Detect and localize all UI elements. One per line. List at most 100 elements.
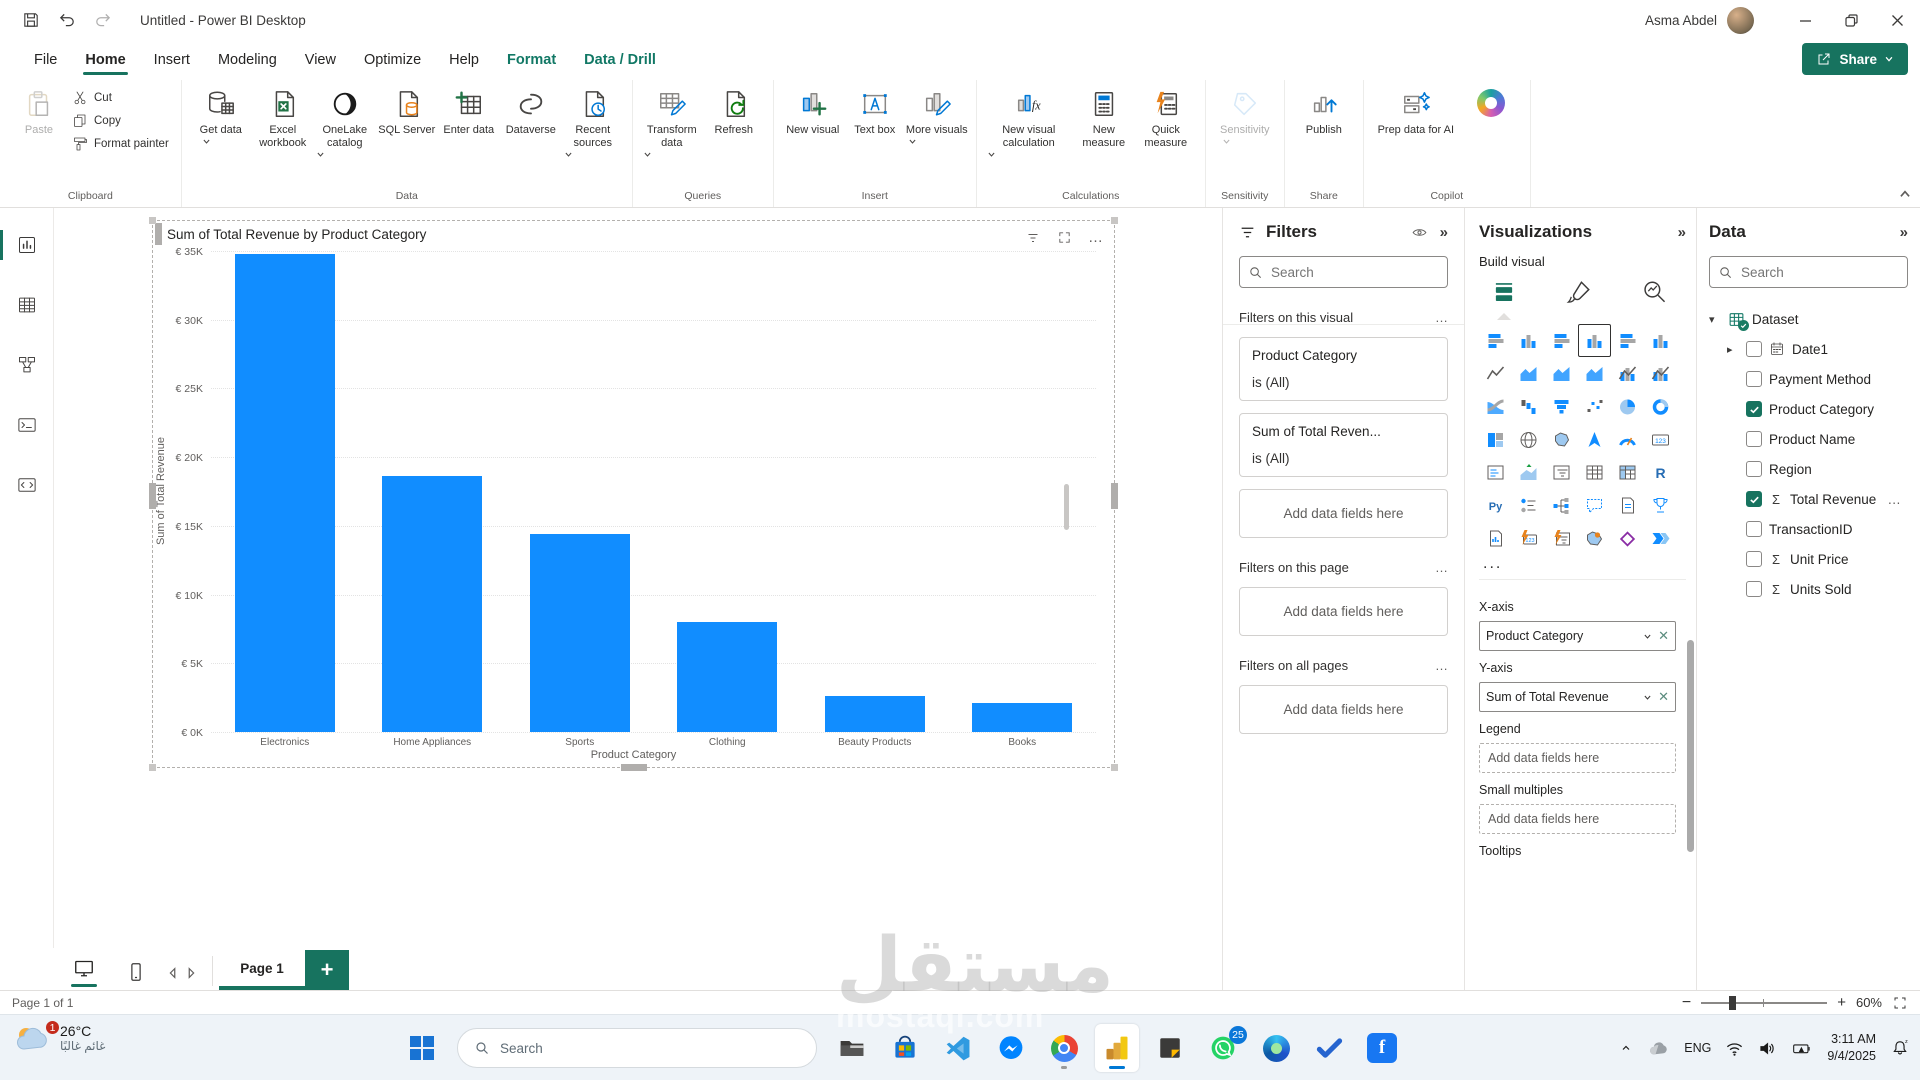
visual-type-stacked-bar-chart[interactable] [1479,324,1512,357]
ribbon-cut[interactable]: Cut [72,90,169,106]
visual-drag-grip[interactable] [155,223,162,245]
tab-modeling[interactable]: Modeling [204,44,291,76]
more-options-icon[interactable]: … [1088,229,1104,246]
ribbon-new-visual[interactable]: New visual [782,86,844,137]
visual-type-qa-visual[interactable] [1578,489,1611,522]
ribbon-sensitivity[interactable]: Sensitivity [1214,86,1276,146]
collapse-pane-icon[interactable]: » [1678,224,1686,241]
taskbar-app-messenger[interactable] [989,1024,1033,1072]
tab-insert[interactable]: Insert [140,44,204,76]
field-checkbox[interactable] [1746,581,1762,597]
bar-home-appliances[interactable] [382,476,482,732]
data-search-input[interactable] [1741,265,1881,280]
canvas-scrollbar[interactable] [1064,484,1069,530]
taskbar-app-whatsapp[interactable]: 25 [1201,1024,1245,1072]
collapse-pane-icon[interactable]: » [1440,224,1448,241]
viz-pane-scrollbar[interactable] [1687,640,1694,852]
remove-field-icon[interactable]: ✕ [1658,689,1669,705]
field-row-transactionid[interactable]: TransactionID [1709,514,1908,544]
zoom-out-button[interactable]: − [1682,994,1691,1012]
more-visual-types[interactable]: ... [1479,555,1686,573]
tab-home[interactable]: Home [71,44,139,76]
volume-icon[interactable] [1758,1039,1777,1058]
redo-icon[interactable] [94,11,112,29]
sidebar-item-report-view[interactable] [0,222,54,268]
taskbar-app-chrome[interactable] [1042,1024,1086,1072]
bar-clothing[interactable] [677,622,777,732]
bar-chart-visual[interactable]: Sum of Total Revenue by Product Category… [152,220,1115,768]
field-checkbox[interactable] [1746,521,1762,537]
close-button[interactable] [1874,0,1920,40]
bar-electronics[interactable] [235,254,335,732]
visual-type-kpi[interactable] [1512,456,1545,489]
bar-sports[interactable] [530,534,630,732]
start-button[interactable] [400,1024,444,1072]
collapse-pane-icon[interactable]: » [1900,224,1908,241]
visual-type-card-new[interactable]: 123 [1512,522,1545,555]
visual-type-metrics[interactable] [1644,489,1677,522]
taskbar-app-microsoft-todo[interactable] [1307,1024,1351,1072]
focus-mode-icon[interactable] [1057,230,1072,245]
field-checkbox[interactable] [1746,431,1762,447]
tab-view[interactable]: View [291,44,350,76]
ribbon-dataverse[interactable]: Dataverse [500,86,562,137]
notification-bell-icon[interactable]: z [1890,1038,1910,1058]
add-data-fields-drop-zone[interactable]: Add data fields here [1239,587,1448,636]
bar-books[interactable] [972,703,1072,732]
visual-type-paginated-report[interactable] [1479,522,1512,555]
data-search[interactable] [1709,256,1908,288]
filter-icon[interactable] [1025,230,1041,246]
visual-type-python-visual[interactable]: Py [1479,489,1512,522]
tab-analytics[interactable] [1641,279,1667,305]
onedrive-icon[interactable] [1648,1040,1670,1056]
next-page-icon[interactable] [184,966,198,980]
visual-type-power-automate[interactable] [1644,522,1677,555]
weather-widget[interactable]: 1 26°C غائم غالبًا [14,1023,105,1053]
visual-type-clustered-column-chart[interactable] [1578,324,1611,357]
visual-type-line-chart[interactable] [1479,357,1512,390]
bar-beauty-products[interactable] [825,696,925,732]
visual-type-gauge[interactable] [1611,423,1644,456]
ribbon-new-visual-calculation[interactable]: fxNew visual calculation [985,86,1073,159]
taskbar-app-microsoft-store[interactable] [883,1024,927,1072]
visual-type-clustered-bar-chart[interactable] [1545,324,1578,357]
ribbon-more-visuals[interactable]: More visuals [906,86,968,146]
taskbar-app-power-bi[interactable] [1095,1024,1139,1072]
ribbon-new-measure[interactable]: New measure [1073,86,1135,150]
ribbon-prep-data-for-ai[interactable]: Prep data for AI [1372,86,1460,137]
avatar[interactable] [1727,7,1754,34]
visual-type-funnel-chart[interactable] [1545,390,1578,423]
field-pill-y-axis[interactable]: Sum of Total Revenue ✕ [1479,682,1676,712]
restore-button[interactable] [1828,0,1874,40]
ribbon-excel-workbook[interactable]: Excel workbook [252,86,314,150]
visual-type-stacked-area-chart[interactable] [1545,357,1578,390]
filter-card[interactable]: Sum of Total Reven... is (All) [1239,413,1448,477]
visual-type-key-influencers[interactable] [1512,489,1545,522]
tray-clock[interactable]: 3:11 AM 9/4/2025 [1827,1031,1876,1065]
field-row-product-category[interactable]: Product Category [1709,394,1908,424]
visual-type-map[interactable] [1512,423,1545,456]
ribbon-paste[interactable]: Paste [8,86,70,137]
battery-icon[interactable] [1791,1039,1813,1058]
zoom-in-button[interactable]: + [1837,994,1846,1011]
visual-type-decomposition-tree[interactable] [1545,489,1578,522]
visual-type-arcgis-map[interactable] [1578,522,1611,555]
add-data-fields-drop-zone[interactable]: Add data fields here [1479,743,1676,773]
visual-type-filled-map[interactable] [1545,423,1578,456]
visual-type-matrix[interactable] [1611,456,1644,489]
eye-icon[interactable] [1411,224,1428,241]
ribbon-quick-measure[interactable]: Quick measure [1135,86,1197,150]
sidebar-item-table-view[interactable] [0,282,54,328]
share-button[interactable]: Share [1802,43,1908,75]
filters-search[interactable] [1239,256,1448,288]
more-options-icon[interactable]: … [1435,560,1448,575]
zoom-slider[interactable] [1701,1002,1827,1004]
visual-type-100-stacked-bar-chart[interactable] [1611,324,1644,357]
chevron-down-icon[interactable] [1641,693,1652,702]
ribbon-format-painter[interactable]: Format painter [72,136,169,152]
taskbar-search[interactable]: Search [457,1028,817,1068]
tab-build-visual[interactable] [1491,279,1517,320]
visual-type-100-stacked-area-chart[interactable] [1578,357,1611,390]
field-row-total-revenue[interactable]: Σ Total Revenue … [1709,484,1908,514]
field-checkbox[interactable] [1746,401,1762,417]
